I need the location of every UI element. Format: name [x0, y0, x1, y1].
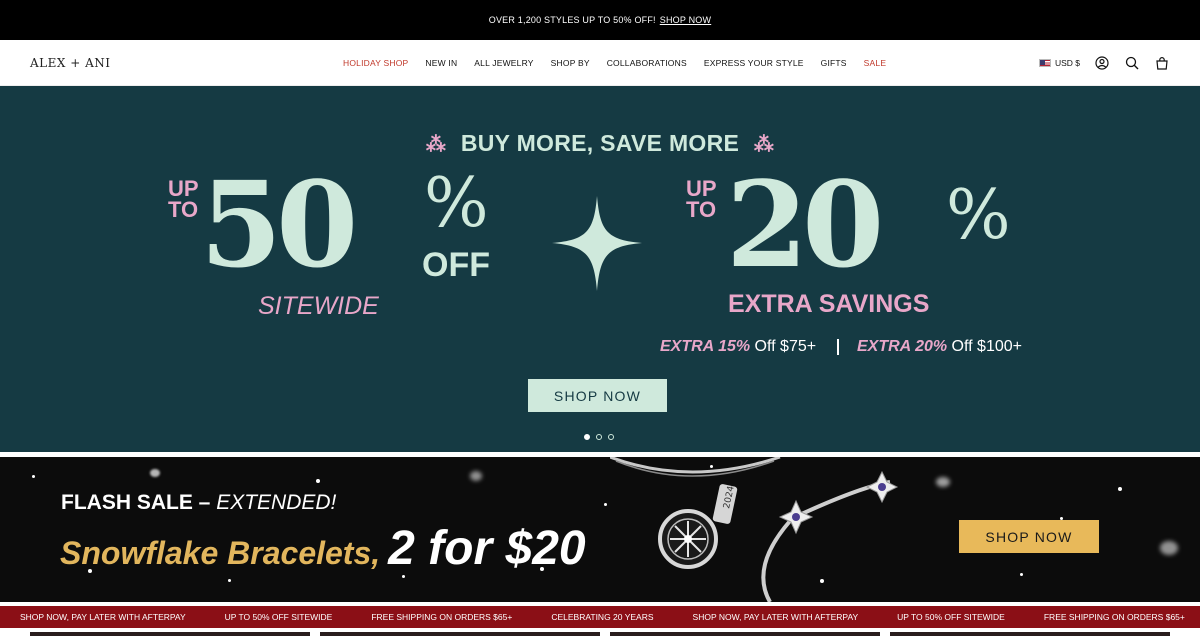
right-up-label: UP TO [686, 176, 717, 222]
left-off-label: OFF [422, 246, 490, 284]
brand-logo[interactable]: ALEX + ANI [30, 56, 111, 70]
hero-headline-row: ⁂ BUY MORE, SAVE MORE ⁂ [0, 130, 1200, 157]
main-nav: HOLIDAY SHOP NEW IN ALL JEWELRY SHOP BY … [343, 58, 903, 68]
account-icon[interactable] [1094, 55, 1110, 71]
nav-new-in[interactable]: NEW IN [425, 58, 457, 68]
promo-marquee: SHOP NOW, PAY LATER WITH AFTERPAY UP TO … [0, 606, 1200, 628]
right-big-number: 20 [726, 155, 884, 294]
nav-express-your-style[interactable]: EXPRESS YOUR STYLE [704, 58, 804, 68]
announcement-text: OVER 1,200 STYLES UP TO 50% OFF! [488, 15, 656, 25]
savings-tiers: EXTRA 15% Off $75+ EXTRA 20% Off $100+ [660, 338, 1022, 356]
hero-banner[interactable]: ⁂ BUY MORE, SAVE MORE ⁂ UP TO 50 % OFF SI… [0, 86, 1200, 452]
announcement-shop-now-link[interactable]: SHOP NOW [660, 15, 711, 25]
tier1-threshold: Off $75+ [750, 338, 817, 355]
slideshow-dots [584, 434, 614, 440]
hero-shop-now-button[interactable]: SHOP NOW [528, 379, 667, 412]
marquee-item: SHOP NOW, PAY LATER WITH AFTERPAY [692, 612, 859, 622]
header-utilities: USD $ [1038, 55, 1170, 71]
flash-shop-now-button[interactable]: SHOP NOW [959, 520, 1099, 553]
left-big-number: 50 [200, 155, 358, 294]
snow-speck [316, 479, 320, 483]
snow-speck [1118, 487, 1122, 491]
flash-price: 2 for $20 [388, 522, 586, 575]
slide-dot-2[interactable] [596, 434, 602, 440]
sparkle-star-icon [552, 196, 642, 291]
nav-shop-by[interactable]: SHOP BY [551, 58, 590, 68]
currency-label: USD $ [1054, 58, 1080, 68]
product-card-peek [320, 632, 600, 636]
us-flag-icon [1038, 59, 1051, 67]
announcement-bar: OVER 1,200 STYLES UP TO 50% OFF! SHOP NO… [0, 0, 1200, 40]
marquee-item: UP TO 50% OFF SITEWIDE [224, 612, 333, 622]
extra-savings-label: EXTRA SAVINGS [728, 290, 930, 318]
marquee-item: SHOP NOW, PAY LATER WITH AFTERPAY [20, 612, 186, 622]
snow-speck [470, 471, 482, 481]
nav-gifts[interactable]: GIFTS [821, 58, 847, 68]
flash-sale-banner[interactable]: FLASH SALE – EXTENDED! Snowflake Bracele… [0, 457, 1200, 602]
product-card-peek [890, 632, 1170, 636]
marquee-item: CELEBRATING 20 YEARS [551, 612, 654, 622]
marquee-item: FREE SHIPPING ON ORDERS $65+ [371, 612, 513, 622]
snow-speck [604, 503, 607, 506]
hero-headline: BUY MORE, SAVE MORE [460, 130, 740, 156]
snow-speck [1160, 541, 1178, 555]
nav-collaborations[interactable]: COLLABORATIONS [607, 58, 687, 68]
flash-product-name: Snowflake Bracelets, [60, 535, 381, 571]
product-card-peek [30, 632, 310, 636]
left-percent-sign: % [424, 164, 489, 243]
tier1-label: EXTRA 15% [660, 338, 751, 355]
burst-right-icon: ⁂ [753, 134, 775, 156]
flash-offer-line: Snowflake Bracelets, 2 for $20 [60, 521, 586, 576]
nav-sale[interactable]: SALE [864, 58, 887, 68]
nav-holiday-shop[interactable]: HOLIDAY SHOP [343, 58, 408, 68]
snow-speck [150, 469, 160, 477]
right-percent-sign: % [946, 176, 1011, 255]
tier2-threshold: Off $100+ [947, 338, 1022, 355]
site-header: ALEX + ANI HOLIDAY SHOP NEW IN ALL JEWEL… [0, 40, 1200, 86]
slide-dot-3[interactable] [608, 434, 614, 440]
cart-icon[interactable] [1154, 55, 1170, 71]
left-up-label: UP TO [168, 176, 199, 222]
snowflake-bracelet-image: 2024 [610, 457, 899, 602]
slide-dot-1[interactable] [584, 434, 590, 440]
product-card-peek [610, 632, 880, 636]
burst-left-icon: ⁂ [425, 134, 447, 156]
snow-speck [228, 579, 231, 582]
currency-selector[interactable]: USD $ [1038, 58, 1080, 68]
marquee-item: FREE SHIPPING ON ORDERS $65+ [1043, 612, 1185, 622]
tier2-label: EXTRA 20% [857, 338, 948, 355]
search-icon[interactable] [1124, 55, 1140, 71]
nav-all-jewelry[interactable]: ALL JEWELRY [474, 58, 533, 68]
marquee-item: UP TO 50% OFF SITEWIDE [897, 612, 1005, 622]
snow-speck [32, 475, 35, 478]
flash-sale-title: FLASH SALE – EXTENDED! [61, 491, 337, 514]
sitewide-label: SITEWIDE [258, 292, 379, 320]
product-grid-peek [0, 628, 1200, 636]
tier-divider [836, 338, 839, 355]
snow-speck [1020, 573, 1023, 576]
